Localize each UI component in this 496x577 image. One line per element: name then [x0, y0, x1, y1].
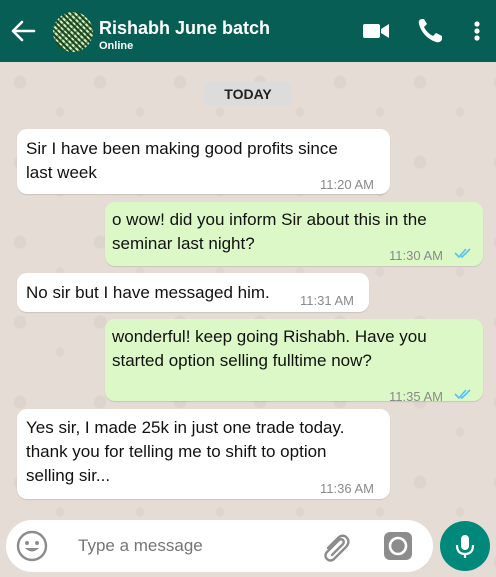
more-options-icon[interactable] [466, 16, 488, 46]
message-time: 11:31 AM [300, 293, 354, 308]
message-text: wonderful! keep going Rishabh. Have you [112, 327, 427, 346]
video-call-icon[interactable] [361, 16, 391, 46]
back-arrow-icon[interactable] [8, 16, 38, 46]
chat-header: Rishabh June batch ' Online [0, 0, 496, 62]
camera-icon[interactable] [382, 530, 414, 562]
mic-button[interactable] [440, 521, 490, 571]
message-input[interactable] [78, 536, 308, 556]
message-text: o wow! did you inform Sir about this in … [112, 210, 427, 229]
incoming-message[interactable]: Sir I have been making good profits sinc… [17, 129, 390, 194]
message-time: 11:20 AM [320, 177, 374, 192]
emoji-icon[interactable] [16, 530, 48, 562]
outgoing-message[interactable]: o wow! did you inform Sir about this in … [105, 202, 483, 266]
outgoing-message[interactable]: wonderful! keep going Rishabh. Have you … [105, 319, 483, 404]
microphone-icon [455, 535, 475, 558]
message-time: 11:36 AM [320, 481, 374, 496]
message-text: thank you for telling me to shift to opt… [26, 442, 327, 461]
message-text: last week [26, 163, 97, 182]
read-receipt-icon [454, 248, 471, 259]
date-chip: TODAY [204, 82, 292, 106]
message-text: Sir I have been making good profits sinc… [26, 139, 338, 158]
avatar[interactable] [53, 12, 93, 52]
message-text: started option selling fulltime now? [112, 351, 372, 370]
message-composer [6, 520, 433, 572]
message-time: 11:35 AM [389, 389, 443, 404]
message-text: Yes sir, I made 25k in just one trade to… [26, 418, 345, 437]
chat-name[interactable]: Rishabh June batch ' [99, 18, 274, 39]
online-status: Online [99, 40, 134, 52]
phone-icon[interactable] [415, 16, 445, 46]
read-receipt-icon [454, 389, 471, 400]
message-text: seminar last night? [112, 234, 255, 253]
incoming-message[interactable]: No sir but I have messaged him. 11:31 AM [17, 273, 369, 312]
message-text: No sir but I have messaged him. [26, 283, 270, 302]
message-text: selling sir... [26, 466, 111, 485]
incoming-message[interactable]: Yes sir, I made 25k in just one trade to… [17, 409, 390, 499]
message-time: 11:30 AM [389, 248, 443, 263]
paperclip-icon[interactable] [319, 530, 353, 564]
